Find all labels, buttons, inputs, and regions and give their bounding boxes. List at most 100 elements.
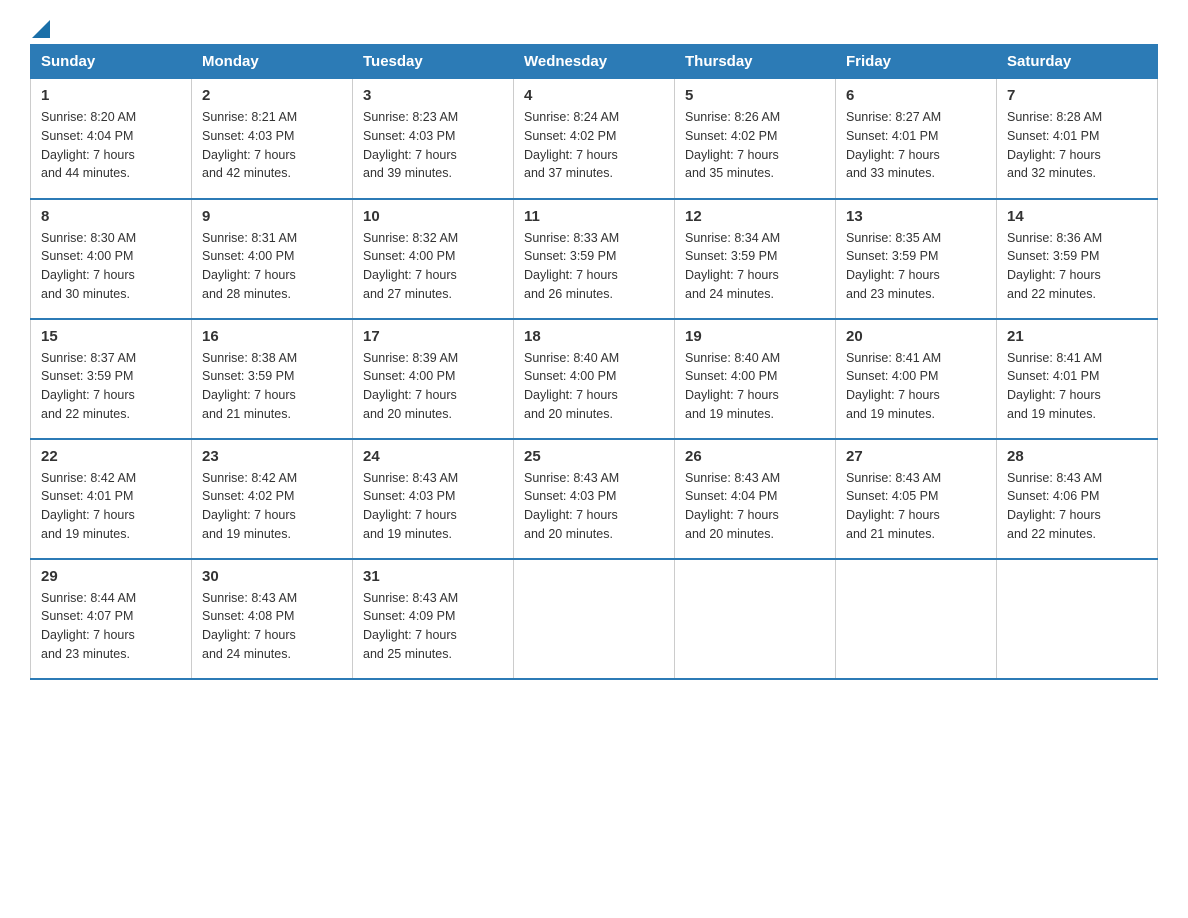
calendar-cell: 14 Sunrise: 8:36 AM Sunset: 3:59 PM Dayl… [997,199,1158,319]
day-number: 14 [1007,208,1147,225]
day-info: Sunrise: 8:39 AM Sunset: 4:00 PM Dayligh… [363,349,503,424]
calendar-cell: 27 Sunrise: 8:43 AM Sunset: 4:05 PM Dayl… [836,439,997,559]
page-header [30,20,1158,34]
day-info: Sunrise: 8:33 AM Sunset: 3:59 PM Dayligh… [524,229,664,304]
logo [30,20,50,34]
calendar-cell: 20 Sunrise: 8:41 AM Sunset: 4:00 PM Dayl… [836,319,997,439]
day-info: Sunrise: 8:42 AM Sunset: 4:01 PM Dayligh… [41,469,181,544]
day-info: Sunrise: 8:41 AM Sunset: 4:01 PM Dayligh… [1007,349,1147,424]
week-row-1: 1 Sunrise: 8:20 AM Sunset: 4:04 PM Dayli… [31,79,1158,199]
day-info: Sunrise: 8:24 AM Sunset: 4:02 PM Dayligh… [524,108,664,183]
day-number: 3 [363,87,503,104]
day-number: 4 [524,87,664,104]
calendar-cell: 11 Sunrise: 8:33 AM Sunset: 3:59 PM Dayl… [514,199,675,319]
logo-triangle-icon [32,20,50,38]
day-header-friday: Friday [836,45,997,79]
calendar-cell: 2 Sunrise: 8:21 AM Sunset: 4:03 PM Dayli… [192,79,353,199]
day-info: Sunrise: 8:31 AM Sunset: 4:00 PM Dayligh… [202,229,342,304]
day-number: 10 [363,208,503,225]
day-info: Sunrise: 8:27 AM Sunset: 4:01 PM Dayligh… [846,108,986,183]
calendar-cell: 1 Sunrise: 8:20 AM Sunset: 4:04 PM Dayli… [31,79,192,199]
day-header-saturday: Saturday [997,45,1158,79]
calendar-cell: 5 Sunrise: 8:26 AM Sunset: 4:02 PM Dayli… [675,79,836,199]
day-info: Sunrise: 8:36 AM Sunset: 3:59 PM Dayligh… [1007,229,1147,304]
week-row-4: 22 Sunrise: 8:42 AM Sunset: 4:01 PM Dayl… [31,439,1158,559]
calendar-cell: 19 Sunrise: 8:40 AM Sunset: 4:00 PM Dayl… [675,319,836,439]
calendar-cell [836,559,997,679]
header-row: SundayMondayTuesdayWednesdayThursdayFrid… [31,45,1158,79]
calendar-cell: 4 Sunrise: 8:24 AM Sunset: 4:02 PM Dayli… [514,79,675,199]
day-info: Sunrise: 8:43 AM Sunset: 4:04 PM Dayligh… [685,469,825,544]
day-number: 31 [363,568,503,585]
day-info: Sunrise: 8:43 AM Sunset: 4:03 PM Dayligh… [363,469,503,544]
calendar-cell [514,559,675,679]
day-header-thursday: Thursday [675,45,836,79]
day-info: Sunrise: 8:42 AM Sunset: 4:02 PM Dayligh… [202,469,342,544]
day-number: 22 [41,448,181,465]
calendar-table: SundayMondayTuesdayWednesdayThursdayFrid… [30,44,1158,680]
day-number: 12 [685,208,825,225]
calendar-cell: 13 Sunrise: 8:35 AM Sunset: 3:59 PM Dayl… [836,199,997,319]
calendar-cell: 21 Sunrise: 8:41 AM Sunset: 4:01 PM Dayl… [997,319,1158,439]
calendar-cell: 28 Sunrise: 8:43 AM Sunset: 4:06 PM Dayl… [997,439,1158,559]
day-info: Sunrise: 8:30 AM Sunset: 4:00 PM Dayligh… [41,229,181,304]
calendar-cell: 16 Sunrise: 8:38 AM Sunset: 3:59 PM Dayl… [192,319,353,439]
day-number: 28 [1007,448,1147,465]
day-info: Sunrise: 8:26 AM Sunset: 4:02 PM Dayligh… [685,108,825,183]
day-info: Sunrise: 8:40 AM Sunset: 4:00 PM Dayligh… [524,349,664,424]
calendar-cell: 3 Sunrise: 8:23 AM Sunset: 4:03 PM Dayli… [353,79,514,199]
calendar-cell [997,559,1158,679]
day-info: Sunrise: 8:43 AM Sunset: 4:05 PM Dayligh… [846,469,986,544]
calendar-cell: 10 Sunrise: 8:32 AM Sunset: 4:00 PM Dayl… [353,199,514,319]
calendar-cell: 12 Sunrise: 8:34 AM Sunset: 3:59 PM Dayl… [675,199,836,319]
calendar-cell: 24 Sunrise: 8:43 AM Sunset: 4:03 PM Dayl… [353,439,514,559]
day-number: 30 [202,568,342,585]
calendar-cell: 30 Sunrise: 8:43 AM Sunset: 4:08 PM Dayl… [192,559,353,679]
day-number: 27 [846,448,986,465]
calendar-cell [675,559,836,679]
calendar-cell: 25 Sunrise: 8:43 AM Sunset: 4:03 PM Dayl… [514,439,675,559]
calendar-cell: 6 Sunrise: 8:27 AM Sunset: 4:01 PM Dayli… [836,79,997,199]
day-number: 1 [41,87,181,104]
day-number: 7 [1007,87,1147,104]
calendar-cell: 31 Sunrise: 8:43 AM Sunset: 4:09 PM Dayl… [353,559,514,679]
day-number: 11 [524,208,664,225]
week-row-3: 15 Sunrise: 8:37 AM Sunset: 3:59 PM Dayl… [31,319,1158,439]
day-info: Sunrise: 8:43 AM Sunset: 4:03 PM Dayligh… [524,469,664,544]
day-number: 23 [202,448,342,465]
logo-content [30,20,50,34]
day-number: 19 [685,328,825,345]
day-number: 21 [1007,328,1147,345]
day-info: Sunrise: 8:43 AM Sunset: 4:09 PM Dayligh… [363,589,503,664]
day-number: 9 [202,208,342,225]
calendar-cell: 8 Sunrise: 8:30 AM Sunset: 4:00 PM Dayli… [31,199,192,319]
day-number: 20 [846,328,986,345]
week-row-2: 8 Sunrise: 8:30 AM Sunset: 4:00 PM Dayli… [31,199,1158,319]
calendar-cell: 29 Sunrise: 8:44 AM Sunset: 4:07 PM Dayl… [31,559,192,679]
day-info: Sunrise: 8:23 AM Sunset: 4:03 PM Dayligh… [363,108,503,183]
day-number: 25 [524,448,664,465]
day-number: 26 [685,448,825,465]
day-header-sunday: Sunday [31,45,192,79]
day-header-wednesday: Wednesday [514,45,675,79]
day-number: 16 [202,328,342,345]
day-number: 13 [846,208,986,225]
day-info: Sunrise: 8:43 AM Sunset: 4:08 PM Dayligh… [202,589,342,664]
calendar-cell: 18 Sunrise: 8:40 AM Sunset: 4:00 PM Dayl… [514,319,675,439]
day-header-tuesday: Tuesday [353,45,514,79]
day-info: Sunrise: 8:40 AM Sunset: 4:00 PM Dayligh… [685,349,825,424]
day-number: 17 [363,328,503,345]
week-row-5: 29 Sunrise: 8:44 AM Sunset: 4:07 PM Dayl… [31,559,1158,679]
day-info: Sunrise: 8:44 AM Sunset: 4:07 PM Dayligh… [41,589,181,664]
day-info: Sunrise: 8:21 AM Sunset: 4:03 PM Dayligh… [202,108,342,183]
day-header-monday: Monday [192,45,353,79]
calendar-cell: 9 Sunrise: 8:31 AM Sunset: 4:00 PM Dayli… [192,199,353,319]
day-info: Sunrise: 8:37 AM Sunset: 3:59 PM Dayligh… [41,349,181,424]
calendar-cell: 22 Sunrise: 8:42 AM Sunset: 4:01 PM Dayl… [31,439,192,559]
day-number: 8 [41,208,181,225]
day-info: Sunrise: 8:28 AM Sunset: 4:01 PM Dayligh… [1007,108,1147,183]
day-number: 6 [846,87,986,104]
calendar-cell: 23 Sunrise: 8:42 AM Sunset: 4:02 PM Dayl… [192,439,353,559]
calendar-cell: 26 Sunrise: 8:43 AM Sunset: 4:04 PM Dayl… [675,439,836,559]
day-number: 18 [524,328,664,345]
